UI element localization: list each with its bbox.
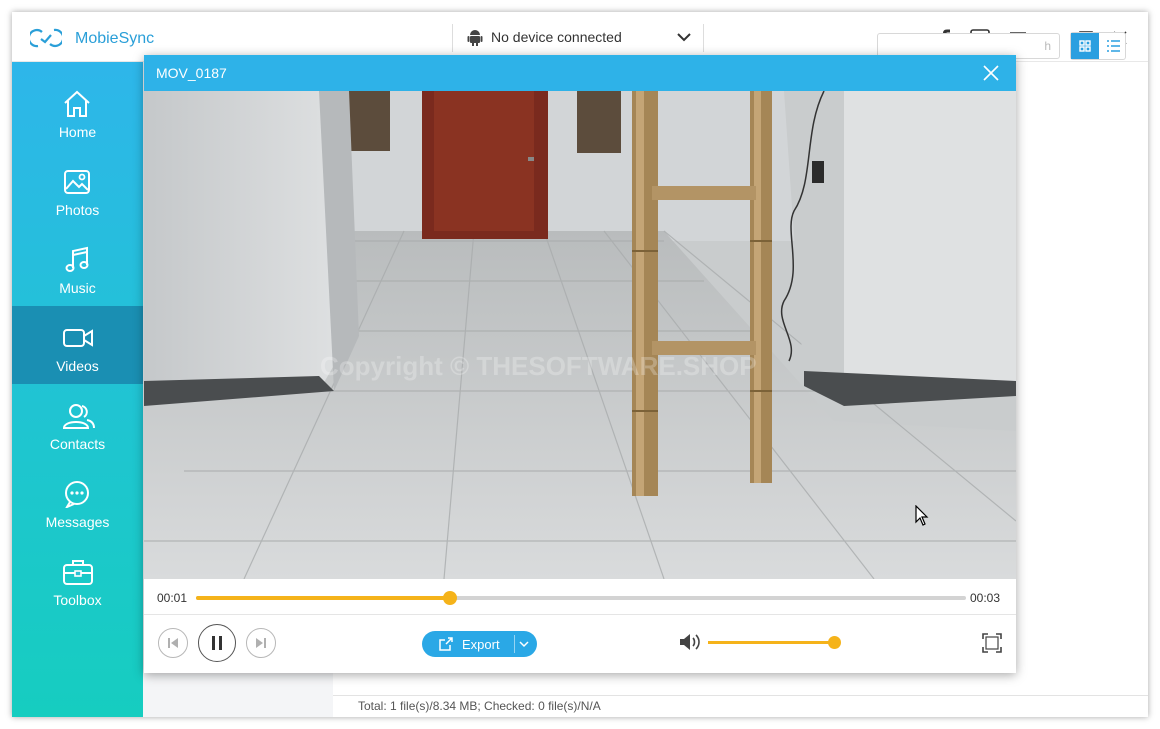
skip-next-icon bbox=[256, 638, 266, 648]
previous-button[interactable] bbox=[158, 628, 188, 658]
view-toggle bbox=[1070, 32, 1126, 60]
sidebar-item-photos[interactable]: Photos bbox=[12, 150, 143, 228]
video-still-image: Copyright © THESOFTWARE.SHOP bbox=[144, 91, 1016, 579]
next-button[interactable] bbox=[246, 628, 276, 658]
progress-row: 00:01 00:03 bbox=[144, 579, 1016, 615]
progress-thumb[interactable] bbox=[443, 591, 458, 605]
fullscreen-icon[interactable] bbox=[982, 633, 1002, 653]
sidebar-item-label: Photos bbox=[55, 202, 100, 218]
toolbox-icon bbox=[63, 560, 93, 585]
music-icon bbox=[65, 246, 89, 272]
pause-icon bbox=[212, 636, 222, 650]
progress-slider[interactable] bbox=[196, 591, 966, 605]
player-controls: Export bbox=[144, 615, 1016, 673]
status-text: Total: 1 file(s)/8.34 MB; Checked: 0 fil… bbox=[358, 699, 601, 713]
volume-icon[interactable] bbox=[678, 632, 702, 652]
skip-previous-icon bbox=[168, 638, 178, 648]
device-status-label: No device connected bbox=[491, 29, 622, 45]
sidebar-item-home[interactable]: Home bbox=[12, 72, 143, 150]
sidebar-item-label: Videos bbox=[56, 358, 99, 374]
sidebar-item-label: Messages bbox=[45, 514, 110, 530]
export-icon bbox=[439, 637, 453, 651]
sidebar: Home Photos Music Videos Contacts Messag… bbox=[12, 62, 143, 717]
total-time: 00:03 bbox=[970, 591, 1001, 605]
export-label: Export bbox=[462, 637, 500, 652]
export-button[interactable]: Export bbox=[422, 631, 537, 657]
video-frame[interactable]: Copyright © THESOFTWARE.SHOP bbox=[144, 91, 1016, 579]
mouse-cursor-icon bbox=[915, 505, 929, 526]
sidebar-item-music[interactable]: Music bbox=[12, 228, 143, 306]
watermark-text: Copyright © THESOFTWARE.SHOP bbox=[320, 351, 757, 381]
player-title-bar: MOV_0187 bbox=[144, 55, 1016, 91]
contacts-icon bbox=[62, 404, 95, 429]
status-bar: Total: 1 file(s)/8.34 MB; Checked: 0 fil… bbox=[333, 695, 1148, 717]
app-logo-icon bbox=[30, 28, 62, 48]
export-divider bbox=[514, 635, 515, 653]
video-player-dialog: MOV_0187 Copyright © THESOFTWARE.SHOP 00… bbox=[144, 55, 1016, 673]
sidebar-item-label: Toolbox bbox=[53, 592, 102, 608]
sidebar-item-contacts[interactable]: Contacts bbox=[12, 384, 143, 462]
chevron-down-icon[interactable] bbox=[677, 32, 691, 42]
video-title: MOV_0187 bbox=[156, 65, 227, 81]
search-placeholder: h bbox=[1044, 39, 1051, 53]
progress-fill bbox=[196, 596, 451, 600]
grid-view-icon bbox=[1079, 40, 1091, 52]
messages-icon bbox=[65, 481, 89, 508]
volume-slider[interactable] bbox=[708, 636, 841, 649]
volume-thumb[interactable] bbox=[828, 636, 841, 649]
sidebar-item-label: Home bbox=[58, 124, 97, 140]
grid-view-button[interactable] bbox=[1071, 33, 1099, 59]
sidebar-item-videos[interactable]: Videos bbox=[12, 306, 143, 384]
photo-icon bbox=[64, 170, 90, 194]
device-selector[interactable]: No device connected bbox=[452, 24, 704, 52]
sidebar-item-toolbox[interactable]: Toolbox bbox=[12, 540, 143, 618]
sidebar-item-label: Contacts bbox=[49, 436, 106, 452]
export-dropdown-icon[interactable] bbox=[518, 638, 530, 650]
pause-button[interactable] bbox=[198, 624, 236, 662]
close-player-icon[interactable] bbox=[982, 64, 1000, 82]
android-icon bbox=[467, 30, 483, 46]
home-icon bbox=[64, 90, 90, 117]
volume-fill bbox=[708, 641, 834, 644]
sidebar-item-messages[interactable]: Messages bbox=[12, 462, 143, 540]
app-name: MobieSync bbox=[75, 30, 155, 47]
video-icon bbox=[63, 329, 93, 347]
list-view-icon[interactable] bbox=[1099, 33, 1127, 59]
sidebar-item-label: Music bbox=[59, 280, 96, 296]
current-time: 00:01 bbox=[157, 591, 188, 605]
